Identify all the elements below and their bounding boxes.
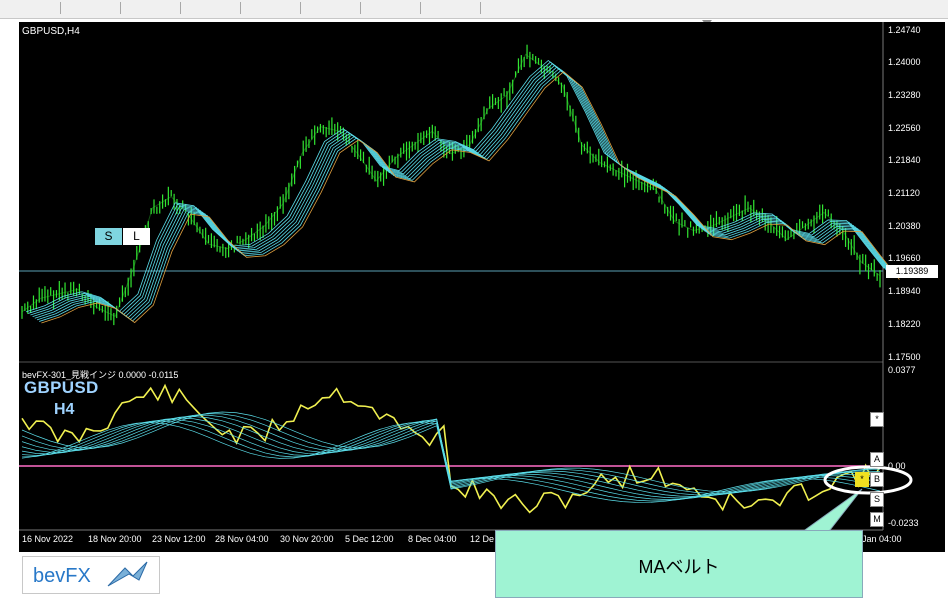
date-axis-label: Jan 04:00 — [862, 534, 902, 544]
date-axis-label: 30 Nov 20:00 — [280, 534, 334, 544]
ma-belt-line — [34, 66, 894, 319]
price-axis-label: 1.18940 — [888, 286, 921, 296]
s-button[interactable]: S — [870, 492, 884, 507]
date-axis-label: 8 Dec 04:00 — [408, 534, 457, 544]
chart-plot — [19, 22, 913, 536]
price-series-group — [21, 53, 881, 318]
star-button[interactable]: * — [870, 412, 884, 427]
indicator-axis-label: -0.0233 — [888, 518, 919, 528]
callout-pointer-shape — [796, 488, 863, 536]
callout-text: MAベルト — [638, 557, 720, 577]
ma-belt-line — [30, 63, 889, 316]
symbol-label: GBPUSD — [24, 378, 99, 397]
chart-title: GBPUSD,H4 — [22, 26, 80, 37]
ma-belt-line — [25, 59, 885, 313]
current-price-tag: 1.19389 — [886, 265, 938, 278]
price-axis-label: 1.21840 — [888, 155, 921, 165]
indicator-axis-label: 0.00 — [888, 461, 906, 471]
date-axis-label: 12 De — [470, 534, 495, 544]
ma-belt-line — [36, 67, 896, 321]
indicator-axis-label: 0.0377 — [888, 365, 916, 375]
price-axis-label: 1.20380 — [888, 221, 921, 231]
timeframe-label: H4 — [54, 401, 75, 418]
b-button[interactable]: B — [870, 472, 884, 487]
date-axis-label: 18 Nov 20:00 — [88, 534, 142, 544]
candles-group — [21, 44, 881, 326]
bevfx-logo: bevFX — [22, 556, 160, 594]
date-axis-label: 23 Nov 12:00 — [152, 534, 206, 544]
price-axis-label: 1.24000 — [888, 57, 921, 67]
logo-text: bevFX — [33, 565, 91, 587]
price-series-line — [21, 53, 881, 318]
date-axis-label: 16 Nov 2022 — [22, 534, 74, 544]
buy-button[interactable]: L — [123, 228, 150, 245]
m-button[interactable]: M — [870, 512, 884, 527]
ma-belt-group — [25, 59, 900, 324]
bird-icon — [107, 561, 148, 587]
price-axis-label: 1.24740 — [888, 25, 921, 35]
price-axis-label: 1.18220 — [888, 319, 921, 329]
sell-button[interactable]: S — [95, 228, 122, 245]
marker-button[interactable]: * — [855, 472, 869, 487]
price-axis-label: 1.22560 — [888, 123, 921, 133]
indicator-group — [21, 383, 881, 514]
price-axis-label: 1.21120 — [888, 188, 920, 198]
ma-belt-line — [32, 64, 891, 318]
price-axis-label: 1.17500 — [888, 352, 921, 362]
ma-belt-line — [28, 61, 887, 314]
ma-belt-callout: MAベルト — [495, 530, 863, 598]
a-button[interactable]: A — [870, 452, 884, 467]
price-axis-label: 1.23280 — [888, 90, 921, 100]
date-axis-label: 5 Dec 12:00 — [345, 534, 394, 544]
indicator-signal-line — [21, 383, 881, 514]
date-axis-label: 28 Nov 04:00 — [215, 534, 269, 544]
price-axis-label: 1.19660 — [888, 253, 921, 263]
